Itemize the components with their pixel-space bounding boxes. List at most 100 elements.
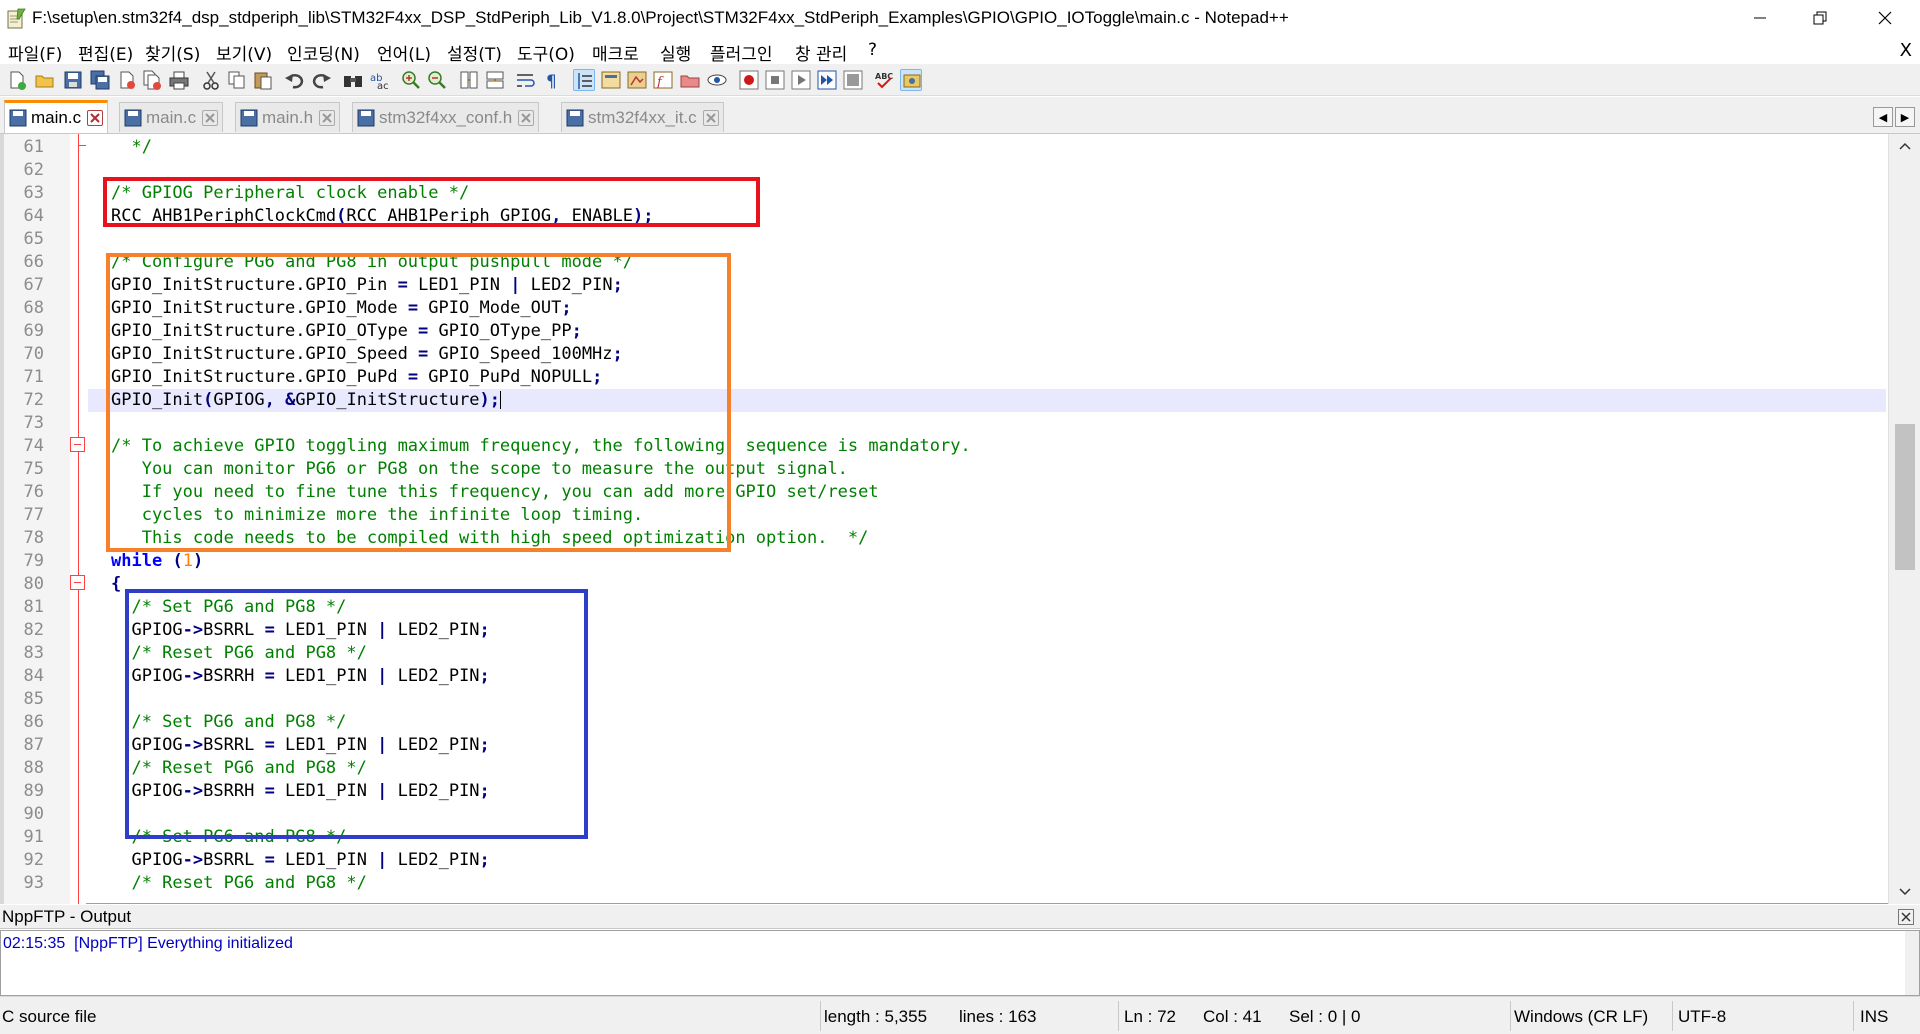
new-file-button[interactable]: [6, 69, 28, 91]
code-line[interactable]: /* Reset PG6 and PG8 */: [88, 872, 1886, 895]
indent-guide-button[interactable]: [573, 69, 595, 91]
record-macro-button[interactable]: [738, 69, 760, 91]
code-line[interactable]: while (1): [88, 550, 1886, 573]
cut-button[interactable]: [200, 69, 222, 91]
menu-encoding[interactable]: 인코딩(N): [287, 40, 360, 65]
code-line[interactable]: /* Set PG6 and PG8 */: [88, 826, 1886, 849]
playback-button[interactable]: [790, 69, 812, 91]
tab-stm32f4xx-it-c[interactable]: stm32f4xx_it.c: [561, 102, 724, 132]
tab-main-h[interactable]: main.h: [235, 102, 341, 132]
zoom-in-button[interactable]: [400, 69, 422, 91]
code-line[interactable]: /* Reset PG6 and PG8 */: [88, 642, 1886, 665]
code-line[interactable]: GPIOG->BSRRL = LED1_PIN | LED2_PIN;: [88, 619, 1886, 642]
fold-toggle-comment[interactable]: [70, 437, 85, 452]
paste-button[interactable]: [252, 69, 274, 91]
panel-close-button[interactable]: [1898, 909, 1914, 925]
tab-close-button[interactable]: [319, 109, 336, 126]
menu-language[interactable]: 언어(L): [377, 40, 431, 65]
function-list-button[interactable]: f: [652, 69, 674, 91]
tab-close-button[interactable]: [702, 109, 719, 126]
menu-macro[interactable]: 매크로: [592, 40, 639, 65]
code-line[interactable]: [88, 412, 1886, 435]
zoom-out-button[interactable]: [426, 69, 448, 91]
close-all-button[interactable]: [141, 69, 163, 91]
spell-check-button[interactable]: ABC: [874, 69, 896, 91]
stop-recording-button[interactable]: [764, 69, 786, 91]
vertical-scrollbar[interactable]: [1888, 134, 1920, 904]
code-line[interactable]: /* GPIOG Peripheral clock enable */: [88, 182, 1886, 205]
find-button[interactable]: [342, 69, 364, 91]
tab-main-c[interactable]: main.c: [4, 100, 109, 133]
tab-close-button[interactable]: [518, 109, 535, 126]
code-line[interactable]: [88, 803, 1886, 826]
code-line[interactable]: /* Set PG6 and PG8 */: [88, 596, 1886, 619]
menu-edit[interactable]: 편집(E): [78, 40, 133, 65]
user-defined-language-button[interactable]: [600, 69, 622, 91]
redo-button[interactable]: [310, 69, 332, 91]
close-document-button[interactable]: X: [1900, 40, 1912, 61]
save-all-button[interactable]: [89, 69, 111, 91]
code-line[interactable]: {: [88, 573, 1886, 596]
document-map-button[interactable]: [626, 69, 648, 91]
code-line[interactable]: [88, 228, 1886, 251]
tab-scroll-right-button[interactable]: ▶: [1895, 107, 1915, 127]
menu-view[interactable]: 보기(V): [216, 40, 272, 65]
code-line[interactable]: GPIO_InitStructure.GPIO_PuPd = GPIO_PuPd…: [88, 366, 1886, 389]
code-editor[interactable]: 61 62 63 64 65 66 67 68 69 70 71 72 73 74 75 76 77 78 79 80…: [0, 134, 1920, 904]
run-macro-multiple-button[interactable]: [816, 69, 838, 91]
monitoring-button[interactable]: [706, 69, 728, 91]
copy-button[interactable]: [226, 69, 248, 91]
code-line[interactable]: You can monitor PG6 or PG8 on the scope …: [88, 458, 1886, 481]
output-log[interactable]: 02:15:35 [NppFTP] Everything initialized: [0, 930, 1920, 996]
show-all-characters-button[interactable]: ¶: [541, 69, 563, 91]
code-line[interactable]: [88, 159, 1886, 182]
tab-scroll-left-button[interactable]: ◀: [1873, 107, 1893, 127]
code-line[interactable]: GPIO_InitStructure.GPIO_Pin = LED1_PIN |…: [88, 274, 1886, 297]
word-wrap-button[interactable]: [515, 69, 537, 91]
code-line[interactable]: GPIO_InitStructure.GPIO_OType = GPIO_OTy…: [88, 320, 1886, 343]
menu-search[interactable]: 찾기(S): [145, 40, 200, 65]
menu-run[interactable]: 실행: [660, 40, 691, 65]
open-file-button[interactable]: [34, 69, 56, 91]
code-line[interactable]: GPIOG->BSRRH = LED1_PIN | LED2_PIN;: [88, 780, 1886, 803]
code-line[interactable]: This code needs to be compiled with high…: [88, 527, 1886, 550]
menu-settings[interactable]: 설정(T): [447, 40, 502, 65]
menu-plugins[interactable]: 플러그인: [710, 40, 773, 65]
close-window-button[interactable]: [1855, 0, 1915, 36]
code-line[interactable]: /* Set PG6 and PG8 */: [88, 711, 1886, 734]
tab-stm32f4xx-conf-h[interactable]: stm32f4xx_conf.h: [352, 102, 540, 132]
undo-button[interactable]: [284, 69, 306, 91]
minimize-button[interactable]: [1730, 0, 1790, 36]
code-line[interactable]: cycles to minimize more the infinite loo…: [88, 504, 1886, 527]
code-area[interactable]: */ /* GPIOG Peripheral clock enable */RCC…: [88, 134, 1886, 904]
sync-horizontal-button[interactable]: [484, 69, 506, 91]
print-button[interactable]: [168, 69, 190, 91]
folder-as-workspace-button[interactable]: [679, 69, 701, 91]
scroll-up-button[interactable]: [1889, 134, 1920, 158]
replace-button[interactable]: ab ac: [368, 69, 390, 91]
code-line[interactable]: GPIO_Init(GPIOG, &GPIO_InitStructure);: [88, 389, 1886, 412]
code-line[interactable]: /* To achieve GPIO toggling maximum freq…: [88, 435, 1886, 458]
code-line[interactable]: /* Configure PG6 and PG8 in output pushp…: [88, 251, 1886, 274]
output-scrollbar[interactable]: [1905, 931, 1919, 995]
code-line[interactable]: GPIOG->BSRRL = LED1_PIN | LED2_PIN;: [88, 849, 1886, 872]
menu-file[interactable]: 파일(F): [8, 40, 62, 65]
restore-button[interactable]: [1790, 0, 1850, 36]
menu-window[interactable]: 창 관리: [795, 40, 847, 65]
plugin-button[interactable]: [900, 69, 922, 91]
fold-toggle-while[interactable]: [70, 575, 85, 590]
menu-tools[interactable]: 도구(O): [517, 40, 575, 65]
menu-help[interactable]: ?: [868, 40, 877, 60]
code-line[interactable]: /* Reset PG6 and PG8 */: [88, 757, 1886, 780]
code-line[interactable]: RCC_AHB1PeriphClockCmd(RCC_AHB1Periph_GP…: [88, 205, 1886, 228]
code-line[interactable]: GPIOG->BSRRL = LED1_PIN | LED2_PIN;: [88, 734, 1886, 757]
sync-vertical-button[interactable]: [458, 69, 480, 91]
scroll-down-button[interactable]: [1889, 880, 1920, 904]
code-line[interactable]: [88, 688, 1886, 711]
code-line[interactable]: GPIO_InitStructure.GPIO_Speed = GPIO_Spe…: [88, 343, 1886, 366]
code-line[interactable]: GPIOG->BSRRH = LED1_PIN | LED2_PIN;: [88, 665, 1886, 688]
save-macro-button[interactable]: [842, 69, 864, 91]
code-line[interactable]: GPIO_InitStructure.GPIO_Mode = GPIO_Mode…: [88, 297, 1886, 320]
code-line[interactable]: If you need to fine tune this frequency,…: [88, 481, 1886, 504]
tab-close-button[interactable]: [202, 109, 219, 126]
